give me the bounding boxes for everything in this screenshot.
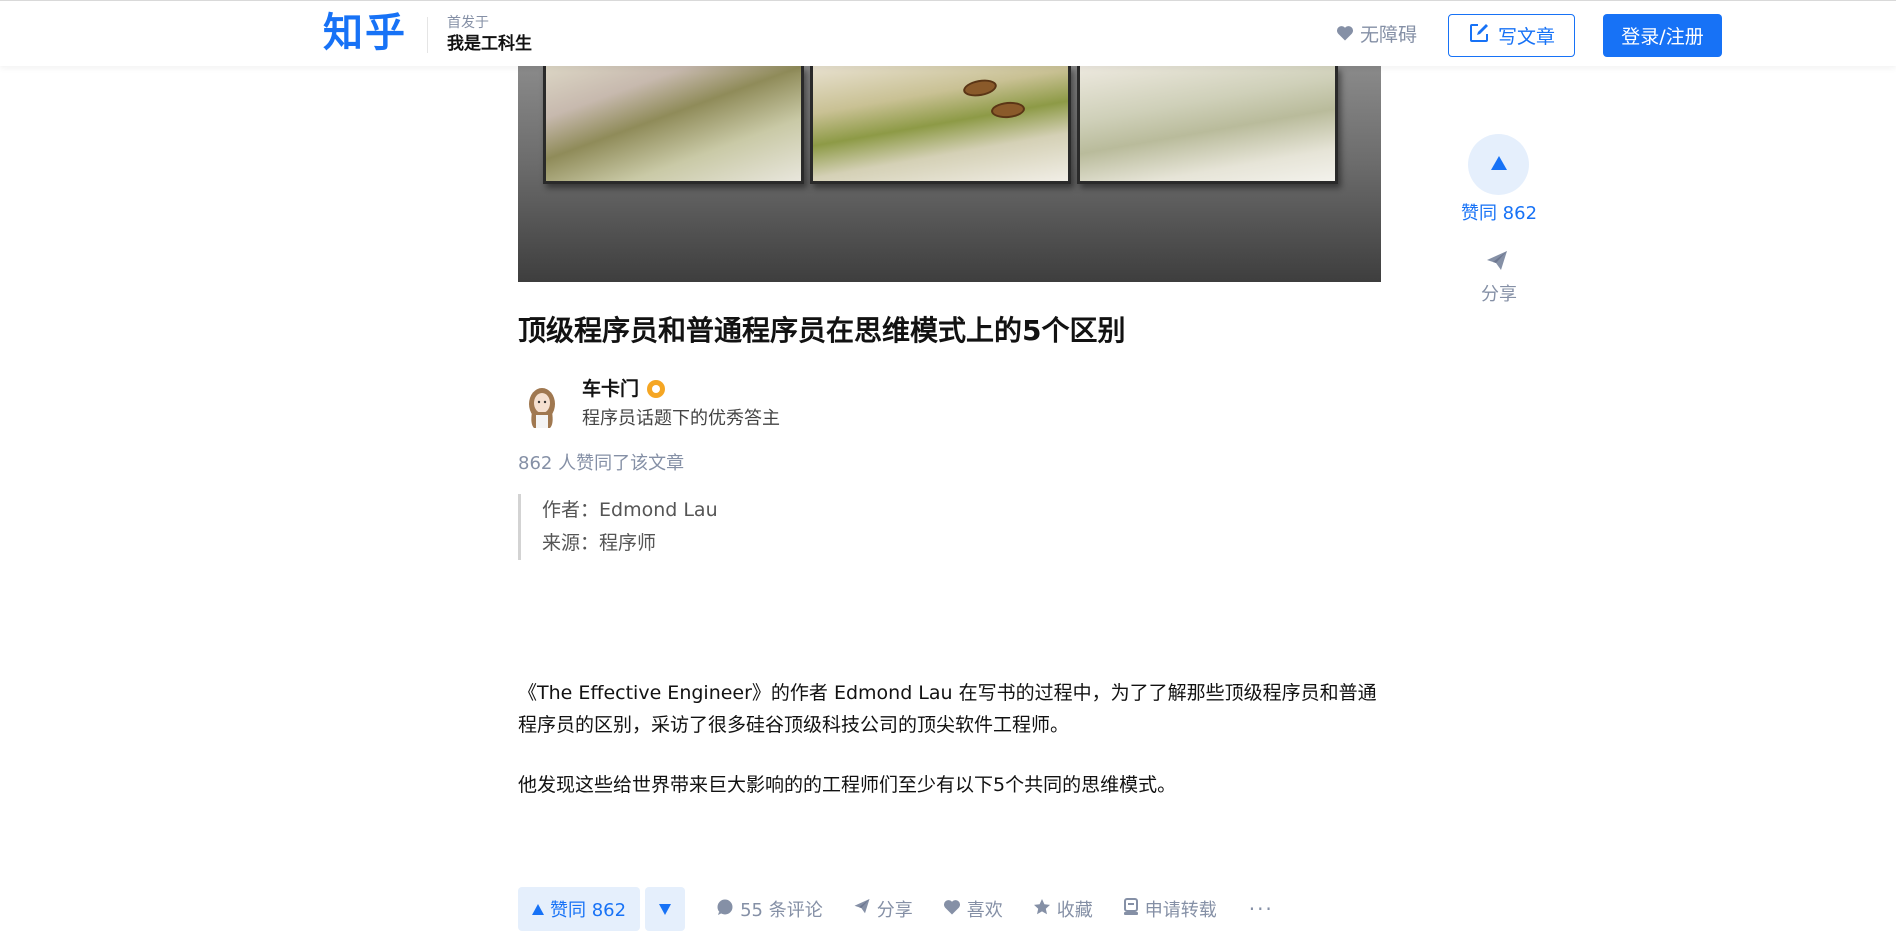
heart-icon: [1336, 23, 1354, 47]
write-article-label: 写文章: [1497, 26, 1555, 48]
author-name-link[interactable]: 车卡门: [582, 376, 666, 402]
published-in-label: 首发于: [447, 15, 489, 31]
painting-panel: [543, 66, 804, 184]
reprint-label: 申请转载: [1144, 900, 1217, 921]
edit-icon: [1468, 22, 1490, 49]
accessibility-button[interactable]: 无障碍: [1336, 23, 1417, 47]
triangle-down-icon: [659, 900, 672, 919]
article-cover-image: [518, 66, 1381, 282]
favorite-label: 收藏: [1056, 900, 1093, 921]
painting-panel: [1077, 66, 1338, 184]
reprint-request-button[interactable]: 申请转载: [1123, 896, 1217, 922]
logo-divider: [427, 17, 428, 53]
body-paragraph: 他发现这些给世界带来巨大影响的的工程师们至少有以下5个共同的思维模式。: [518, 774, 1177, 796]
share-button[interactable]: 分享: [853, 896, 913, 922]
top-header: 知乎 首发于 我是工科生 无障碍 写文章 登录/注册: [0, 0, 1896, 66]
like-label: 喜欢: [966, 900, 1003, 921]
side-vote-button[interactable]: [1468, 134, 1529, 195]
quote-line: 作者：Edmond Lau: [542, 499, 718, 521]
column-info: 首发于 我是工科生: [447, 14, 532, 56]
author-avatar[interactable]: [518, 382, 566, 430]
article-body: 《The Effective Engineer》的作者 Edmond Lau 在…: [518, 677, 1383, 801]
article-quote: 作者：Edmond Lau 来源：程序师: [518, 494, 1118, 560]
vote-down-button[interactable]: [645, 887, 686, 931]
quote-line: 来源：程序师: [542, 532, 657, 554]
vote-up-label: 赞同 862: [550, 900, 627, 921]
copyright-icon: [1123, 897, 1139, 921]
excellent-answerer-badge-icon[interactable]: [647, 380, 666, 398]
accessibility-label: 无障碍: [1360, 24, 1418, 46]
vote-up-button[interactable]: 赞同 862: [518, 887, 641, 931]
write-article-button[interactable]: 写文章: [1448, 14, 1575, 57]
article-title: 顶级程序员和普通程序员在思维模式上的5个区别: [518, 314, 1126, 347]
triangle-up-icon: [1490, 155, 1508, 175]
column-name-link[interactable]: 我是工科生: [447, 32, 532, 56]
painting-panel: [810, 66, 1071, 184]
share-label: 分享: [876, 900, 913, 921]
comments-button[interactable]: 55 条评论: [716, 896, 823, 922]
paper-plane-icon[interactable]: [1485, 250, 1509, 276]
comments-label: 55 条评论: [740, 900, 823, 921]
comment-bubble-icon: [716, 898, 734, 921]
author-description: 程序员话题下的优秀答主: [582, 408, 780, 429]
paper-plane-icon: [853, 898, 871, 920]
like-button[interactable]: 喜欢: [943, 896, 1003, 922]
author-name: 车卡门: [582, 378, 640, 400]
more-options-button[interactable]: ···: [1249, 897, 1274, 921]
article-action-bar: 赞同 862 55 条评论 分享 喜欢 收藏 申请转载 ···: [518, 887, 1274, 931]
zhihu-logo[interactable]: 知乎: [323, 9, 407, 57]
side-vote-label[interactable]: 赞同 862: [1449, 201, 1549, 227]
body-paragraph: 《The Effective Engineer》的作者 Edmond Lau 在…: [518, 682, 1377, 736]
side-share-label[interactable]: 分享: [1449, 282, 1549, 308]
login-register-button[interactable]: 登录/注册: [1603, 14, 1722, 57]
favorite-button[interactable]: 收藏: [1033, 896, 1093, 922]
triangle-up-icon: [532, 899, 544, 920]
vote-summary: 862 人赞同了该文章: [518, 453, 685, 474]
heart-icon: [943, 899, 961, 920]
star-icon: [1033, 898, 1051, 921]
